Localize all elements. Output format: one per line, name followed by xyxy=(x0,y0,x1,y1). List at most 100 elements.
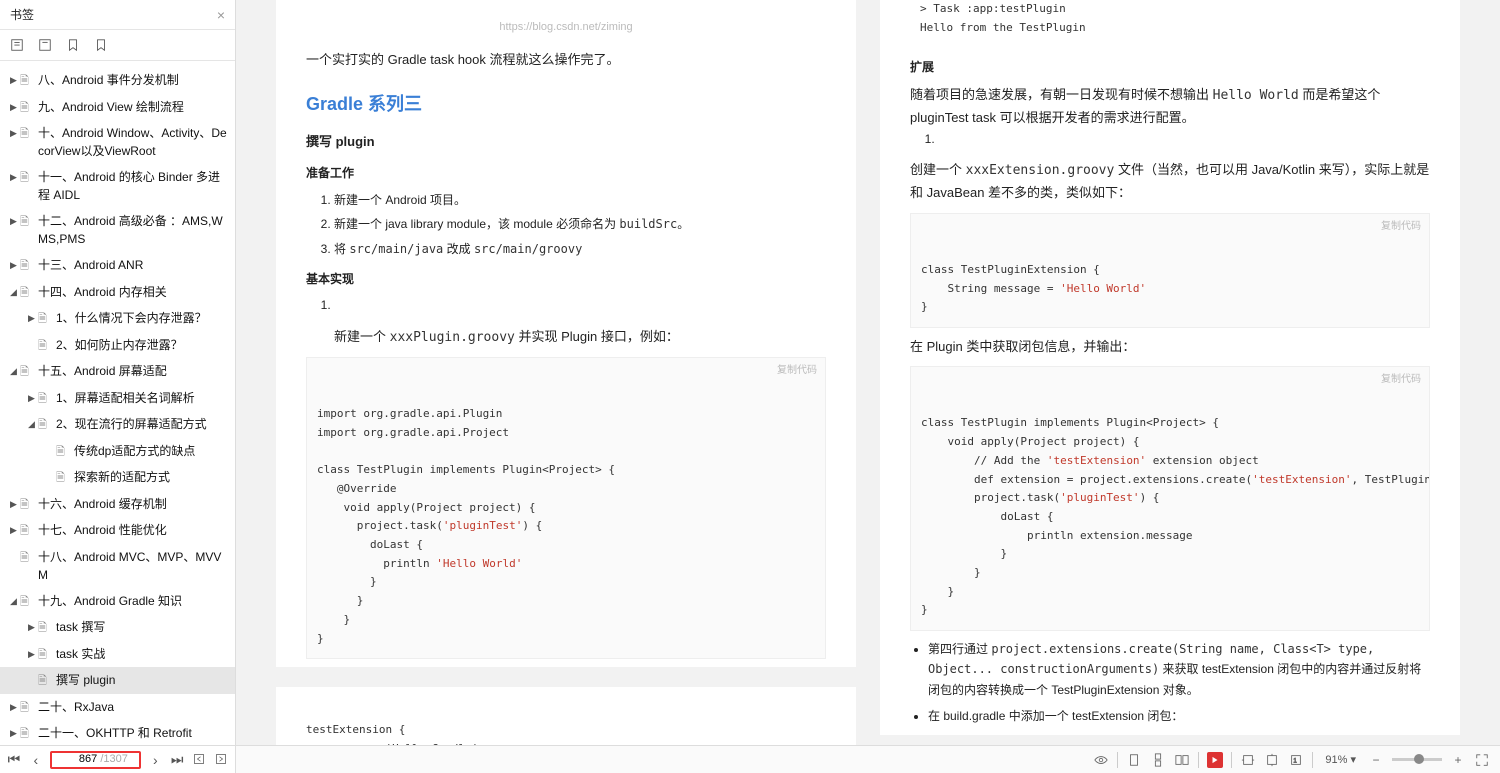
tree-caret-icon[interactable]: ▶ xyxy=(10,724,20,741)
collapse-icon[interactable] xyxy=(38,38,52,52)
tree-caret-icon[interactable]: ◢ xyxy=(10,362,20,379)
zoom-in-button[interactable]: + xyxy=(1450,752,1466,768)
prev-page-button[interactable]: ‹ xyxy=(28,752,44,768)
bookmark-item[interactable]: 🗎传统dp适配方式的缺点 xyxy=(0,438,235,465)
continuous-icon[interactable] xyxy=(1150,752,1166,768)
tree-caret-icon[interactable] xyxy=(10,548,20,551)
tree-caret-icon[interactable] xyxy=(28,336,38,339)
bookmark-item[interactable]: ▶🗎九、Android View 绘制流程 xyxy=(0,94,235,121)
bookmark-item[interactable]: ▶🗎十七、Android 性能优化 xyxy=(0,517,235,544)
fit-width-icon[interactable] xyxy=(1240,752,1256,768)
tree-caret-icon[interactable]: ▶ xyxy=(10,98,20,115)
tree-caret-icon[interactable] xyxy=(46,442,56,445)
bookmark-item[interactable]: ◢🗎十五、Android 屏幕适配 xyxy=(0,358,235,385)
actual-size-icon[interactable]: 1 xyxy=(1288,752,1304,768)
page-input[interactable] xyxy=(63,753,97,765)
tree-caret-icon[interactable]: ▶ xyxy=(28,389,38,406)
bookmark-item[interactable]: ▶🗎1、什么情况下会内存泄露？ xyxy=(0,305,235,332)
tree-caret-icon[interactable]: ▶ xyxy=(10,495,20,512)
doc-icon: 🗎 xyxy=(20,724,34,743)
bookmark-item[interactable]: 🗎探索新的适配方式 xyxy=(0,464,235,491)
bookmark-label: 十五、Android 屏幕适配 xyxy=(38,362,231,380)
fullscreen-icon[interactable] xyxy=(1474,752,1490,768)
bookmark-label: 二十一、OKHTTP 和 Retrofit xyxy=(38,724,231,742)
last-page-button[interactable]: ⏭ xyxy=(169,751,185,768)
bookmark-item[interactable]: ▶🗎八、Android 事件分发机制 xyxy=(0,67,235,94)
bookmark-item[interactable]: 🗎撰写 plugin xyxy=(0,667,235,694)
facing-icon[interactable] xyxy=(1174,752,1190,768)
bookmark-item[interactable]: ◢🗎十九、Android Gradle 知识 xyxy=(0,588,235,615)
intro-text: 一个实打实的 Gradle task hook 流程就这么操作完了。 xyxy=(306,49,826,71)
eye-icon[interactable] xyxy=(1093,752,1109,768)
heading-basic: 基本实现 xyxy=(306,269,826,289)
tree-caret-icon[interactable]: ▶ xyxy=(10,212,20,229)
page-back-icon[interactable] xyxy=(191,752,207,768)
pager-bar: ⏮ ‹ /1307 › ⏭ xyxy=(0,745,235,773)
doc-icon: 🗎 xyxy=(56,468,70,487)
tree-caret-icon[interactable]: ▶ xyxy=(10,124,20,141)
tree-caret-icon[interactable] xyxy=(28,671,38,674)
ext-para: 随着项目的急速发展，有朝一日发现有时候不想输出 Hello World 而是希望… xyxy=(910,84,1430,129)
sidebar-title: 书签 xyxy=(10,6,34,23)
svg-text:1: 1 xyxy=(1294,757,1298,764)
single-page-icon[interactable] xyxy=(1126,752,1142,768)
page-fwd-icon[interactable] xyxy=(213,752,229,768)
bookmark-item[interactable]: ▶🗎二十一、OKHTTP 和 Retrofit xyxy=(0,720,235,745)
doc-icon: 🗎 xyxy=(38,389,52,408)
tree-caret-icon[interactable]: ▶ xyxy=(28,645,38,662)
fit-page-icon[interactable] xyxy=(1264,752,1280,768)
tree-caret-icon[interactable] xyxy=(46,468,56,471)
basic-list xyxy=(306,295,826,315)
tree-caret-icon[interactable]: ▶ xyxy=(28,309,38,326)
copy-code-button[interactable]: 复制代码 xyxy=(1381,218,1421,235)
list-item xyxy=(938,129,1430,149)
tree-caret-icon[interactable]: ▶ xyxy=(10,168,20,185)
expand-icon[interactable] xyxy=(10,38,24,52)
tree-caret-icon[interactable]: ▶ xyxy=(10,256,20,273)
copy-code-button[interactable]: 复制代码 xyxy=(1381,371,1421,388)
tree-caret-icon[interactable]: ◢ xyxy=(10,592,20,609)
tree-caret-icon[interactable]: ▶ xyxy=(10,71,20,88)
tree-caret-icon[interactable]: ▶ xyxy=(28,618,38,635)
bookmark-item[interactable]: 🗎十八、Android MVC、MVP、MVVM xyxy=(0,544,235,588)
prep-item: 新建一个 java library module，该 module 必须命名为 … xyxy=(334,214,826,234)
bookmark-item[interactable]: ▶🗎task 撰写 xyxy=(0,614,235,641)
tree-caret-icon[interactable]: ◢ xyxy=(28,415,38,432)
read-mode-button[interactable] xyxy=(1207,752,1223,768)
zoom-out-button[interactable]: − xyxy=(1368,752,1384,768)
bookmarks-tree[interactable]: ▶🗎八、Android 事件分发机制▶🗎九、Android View 绘制流程▶… xyxy=(0,61,235,745)
tree-caret-icon[interactable]: ◢ xyxy=(10,283,20,300)
document-view: https://blog.csdn.net/ziming 一个实打实的 Grad… xyxy=(236,0,1500,773)
bookmark-label: 撰写 plugin xyxy=(56,671,231,689)
bookmark-label: 十七、Android 性能优化 xyxy=(38,521,231,539)
bookmark-item[interactable]: ▶🗎十三、Android ANR xyxy=(0,252,235,279)
bookmark-item[interactable]: ▶🗎十、Android Window、Activity、DecorView以及V… xyxy=(0,120,235,164)
close-icon[interactable]: × xyxy=(217,7,225,23)
zoom-level[interactable]: 91% ▾ xyxy=(1325,753,1356,766)
bookmark-item[interactable]: ▶🗎task 实战 xyxy=(0,641,235,668)
bookmark-icon[interactable] xyxy=(66,38,80,52)
tree-caret-icon[interactable]: ▶ xyxy=(10,521,20,538)
copy-code-button[interactable]: 复制代码 xyxy=(777,362,817,379)
doc-icon: 🗎 xyxy=(38,618,52,637)
next-page-button[interactable]: › xyxy=(147,752,163,768)
doc-icon: 🗎 xyxy=(20,124,34,143)
doc-icon: 🗎 xyxy=(20,592,34,611)
bookmark-add-icon[interactable] xyxy=(94,38,108,52)
zoom-slider[interactable] xyxy=(1392,758,1442,761)
first-page-button[interactable]: ⏮ xyxy=(6,751,22,768)
bookmarks-sidebar: 书签 × ▶🗎八、Android 事件分发机制▶🗎九、Android View … xyxy=(0,0,236,773)
right-page: > Task :app:testPlugin Hello from the Te… xyxy=(880,0,1460,773)
bookmark-item[interactable]: ◢🗎2、现在流行的屏幕适配方式 xyxy=(0,411,235,438)
tree-caret-icon[interactable]: ▶ xyxy=(10,698,20,715)
article-url: https://blog.csdn.net/ziming xyxy=(306,18,826,37)
bookmark-item[interactable]: ◢🗎十四、Android 内存相关 xyxy=(0,279,235,306)
bookmark-item[interactable]: ▶🗎1、屏幕适配相关名词解析 xyxy=(0,385,235,412)
bookmark-item[interactable]: ▶🗎十二、Android 高级必备 ：AMS,WMS,PMS xyxy=(0,208,235,252)
list-item: 第四行通过 project.extensions.create(String n… xyxy=(928,639,1430,700)
bookmark-item[interactable]: ▶🗎十一、Android 的核心 Binder 多进程 AIDL xyxy=(0,164,235,208)
bookmark-item[interactable]: ▶🗎十六、Android 缓存机制 xyxy=(0,491,235,518)
doc-icon: 🗎 xyxy=(20,168,34,187)
bookmark-item[interactable]: 🗎2、如何防止内存泄露？ xyxy=(0,332,235,359)
bookmark-item[interactable]: ▶🗎二十、RxJava xyxy=(0,694,235,721)
